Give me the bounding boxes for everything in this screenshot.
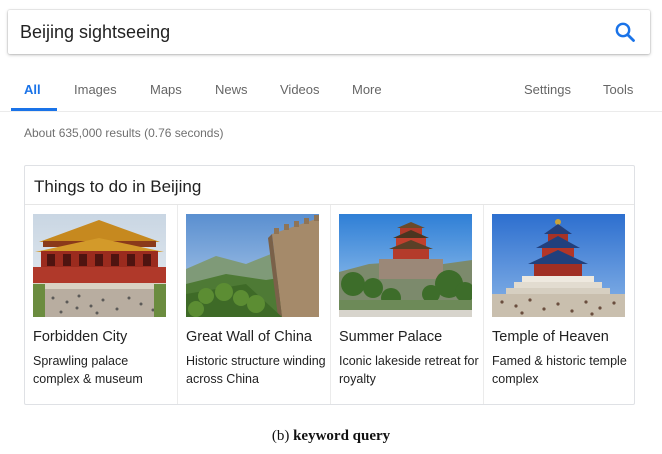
summer-palace-image xyxy=(339,214,472,317)
tab-maps[interactable]: Maps xyxy=(150,82,182,112)
attraction-title[interactable]: Great Wall of China xyxy=(186,329,312,345)
attraction-description: Sprawling palace complex & museum xyxy=(33,354,143,386)
attraction-description: Historic structure winding across China xyxy=(186,354,326,386)
tab-videos[interactable]: Videos xyxy=(280,82,320,112)
attraction-great-wall[interactable]: Great Wall of China Historic structure w… xyxy=(178,205,330,404)
attraction-title[interactable]: Summer Palace xyxy=(339,329,442,345)
card-title: Things to do in Beijing xyxy=(34,177,202,196)
attraction-forbidden-city[interactable]: Forbidden City Sprawling palace complex … xyxy=(25,205,177,404)
tab-images[interactable]: Images xyxy=(74,82,117,112)
tab-settings[interactable]: Settings xyxy=(524,82,571,112)
tab-more[interactable]: More xyxy=(352,82,382,112)
caption-prefix: (b) xyxy=(271,428,290,444)
great-wall-image xyxy=(186,214,319,317)
search-input[interactable] xyxy=(20,20,590,44)
attraction-title[interactable]: Temple of Heaven xyxy=(492,329,609,345)
attraction-summer-palace[interactable]: Summer Palace Iconic lakeside retreat fo… xyxy=(331,205,483,404)
attraction-temple-of-heaven[interactable]: Temple of Heaven Famed & historic temple… xyxy=(484,205,636,404)
result-stats: About 635,000 results (0.76 seconds) xyxy=(24,126,224,140)
figure-caption: (b) keyword query xyxy=(0,428,662,445)
attraction-description: Famed & historic temple complex xyxy=(492,354,627,386)
tabs-divider xyxy=(0,111,662,112)
search-tabs: All Images Maps News Videos More Setting… xyxy=(0,78,662,112)
tab-news[interactable]: News xyxy=(215,82,248,112)
caption-text: keyword query xyxy=(293,428,391,444)
search-box xyxy=(8,10,650,54)
attraction-description: Iconic lakeside retreat for royalty xyxy=(339,354,479,386)
tab-tools[interactable]: Tools xyxy=(603,82,633,112)
search-button[interactable] xyxy=(614,21,636,43)
temple-of-heaven-image xyxy=(492,214,625,317)
search-icon xyxy=(615,22,635,42)
things-to-do-card: Things to do in Beijing Forbidden City S… xyxy=(24,165,635,405)
attraction-title[interactable]: Forbidden City xyxy=(33,329,127,345)
forbidden-city-image xyxy=(33,214,166,317)
